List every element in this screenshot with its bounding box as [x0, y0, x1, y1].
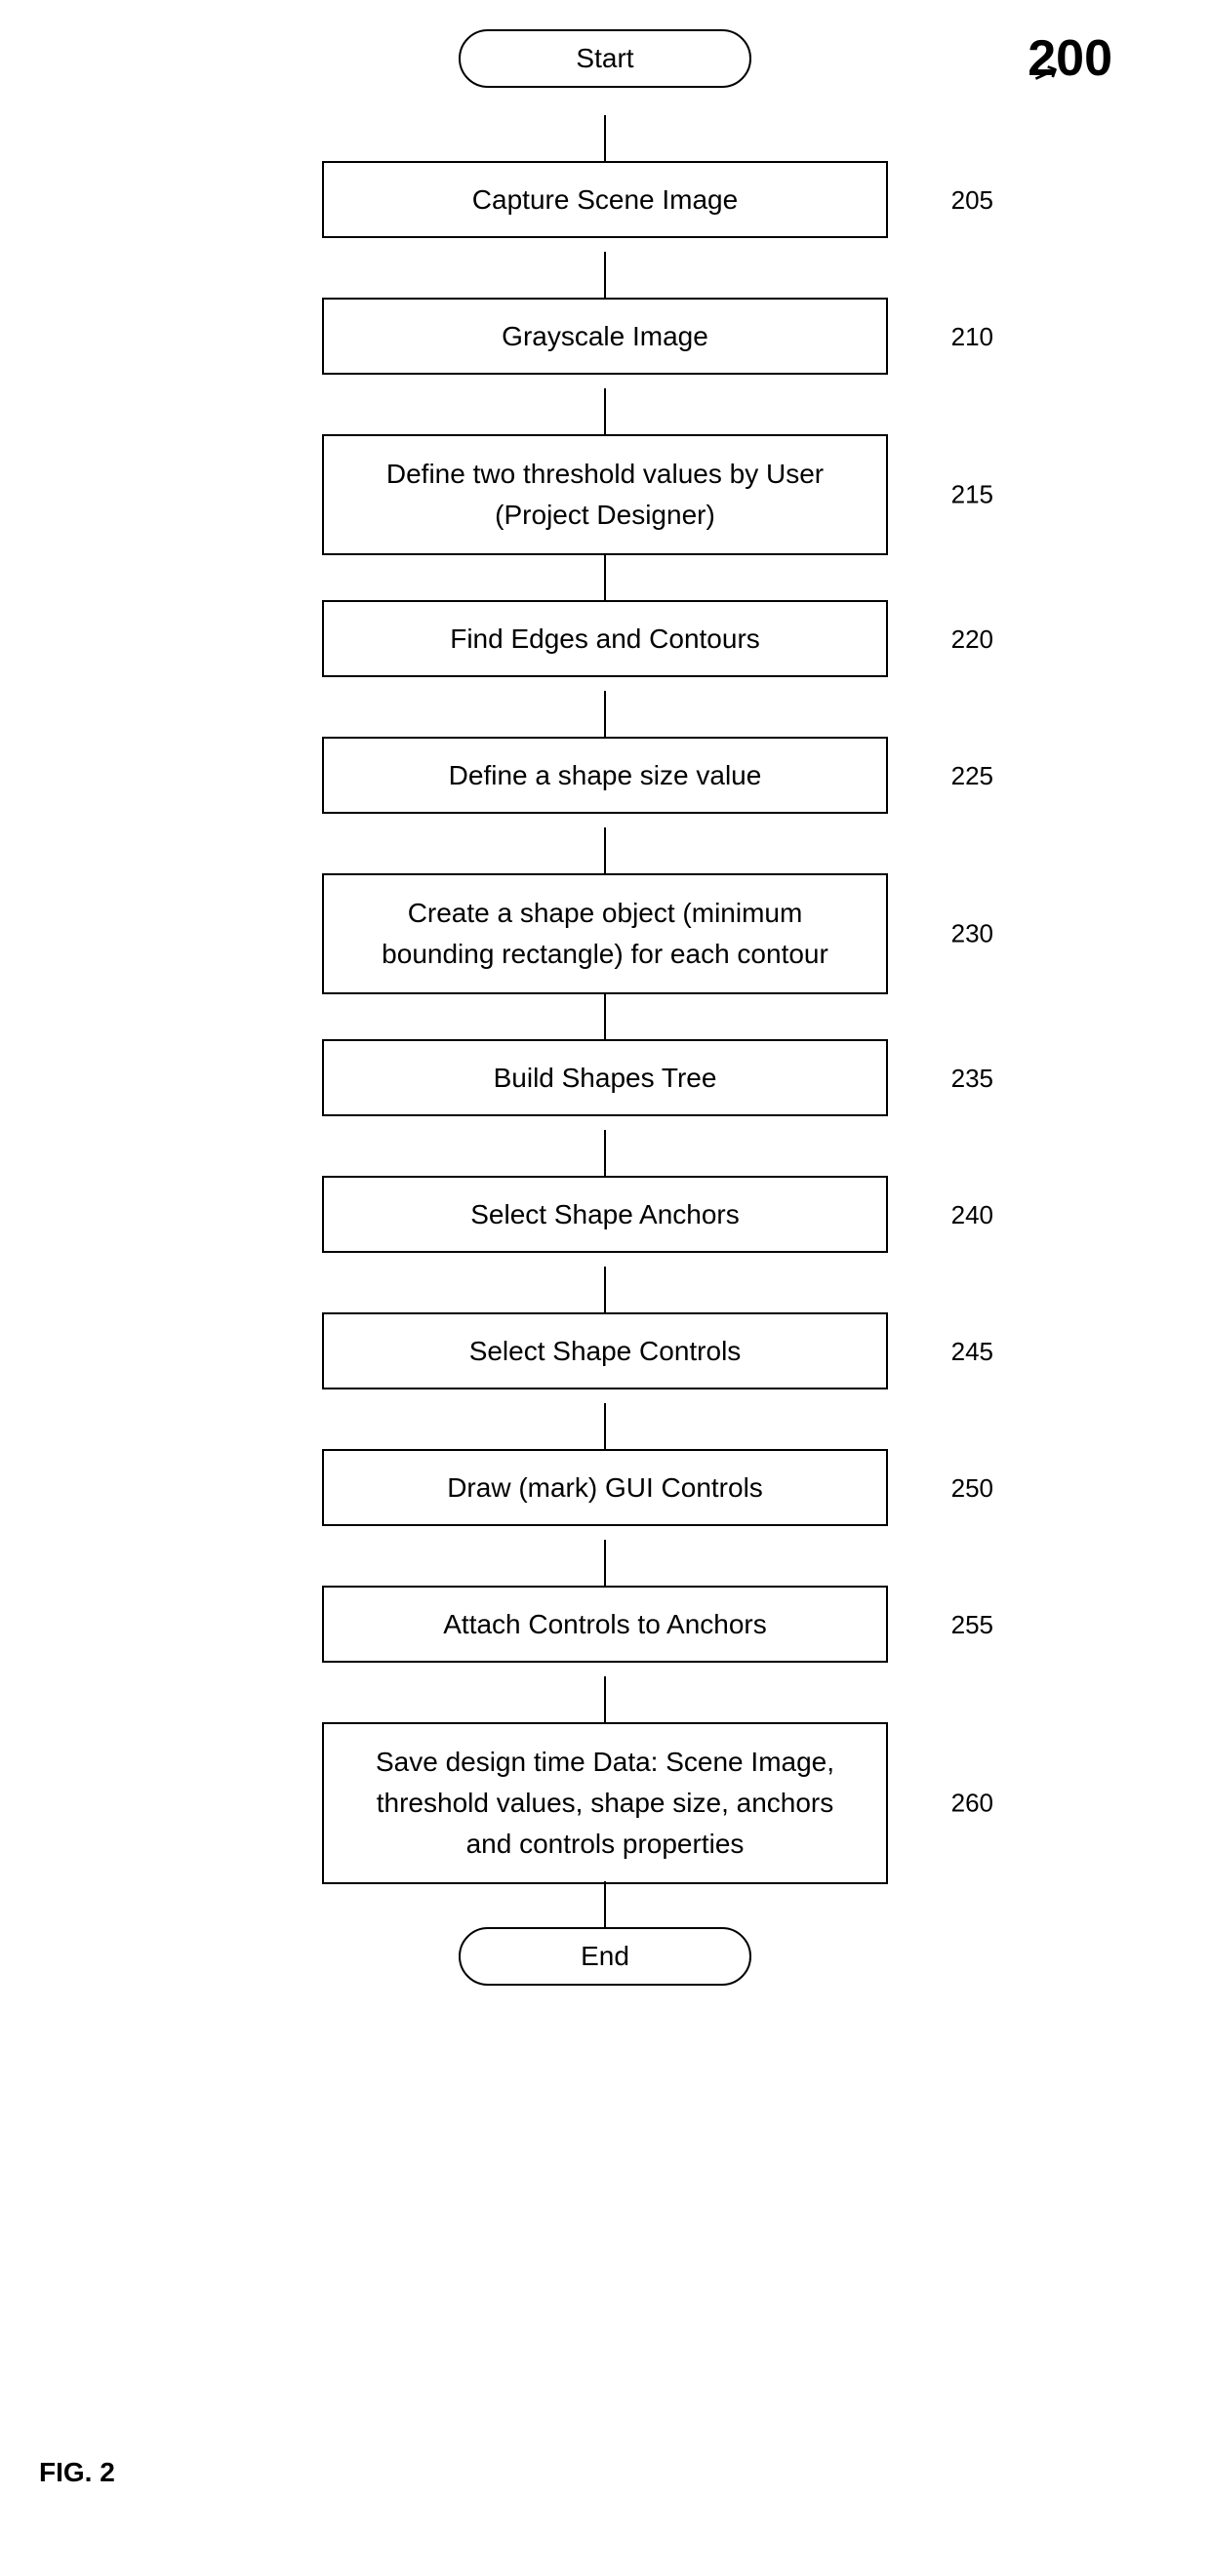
- arrow-10: [604, 1403, 606, 1452]
- step-255-ref: 255: [951, 1606, 993, 1641]
- step-240: Select Shape Anchors 240: [322, 1176, 888, 1253]
- step-205-box: Capture Scene Image 205: [322, 161, 888, 238]
- arrow-2: [604, 252, 606, 301]
- start-label: Start: [459, 29, 751, 88]
- step-215: Define two threshold values by User(Proj…: [322, 434, 888, 555]
- step-205-ref: 205: [951, 181, 993, 217]
- step-250-box: Draw (mark) GUI Controls 250: [322, 1449, 888, 1526]
- step-245: Select Shape Controls 245: [322, 1312, 888, 1389]
- step-205: Capture Scene Image 205: [322, 161, 888, 238]
- step-260-box: Save design time Data: Scene Image,thres…: [322, 1722, 888, 1884]
- step-220-box: Find Edges and Contours 220: [322, 600, 888, 677]
- step-235-ref: 235: [951, 1060, 993, 1095]
- arrow-6: [604, 827, 606, 876]
- end-node: End: [459, 1927, 751, 1986]
- arrow-4: [604, 554, 606, 603]
- step-230: Create a shape object (minimumbounding r…: [322, 873, 888, 994]
- arrow-5: [604, 691, 606, 740]
- arrow-1: [604, 115, 606, 164]
- step-255: Attach Controls to Anchors 255: [322, 1586, 888, 1663]
- step-245-box: Select Shape Controls 245: [322, 1312, 888, 1389]
- step-215-box: Define two threshold values by User(Proj…: [322, 434, 888, 555]
- step-215-ref: 215: [951, 476, 993, 514]
- step-260: Save design time Data: Scene Image,thres…: [322, 1722, 888, 1884]
- start-node: Start: [459, 29, 751, 88]
- step-220: Find Edges and Contours 220: [322, 600, 888, 677]
- step-210-ref: 210: [951, 318, 993, 353]
- arrow-3: [604, 388, 606, 437]
- step-240-ref: 240: [951, 1196, 993, 1231]
- step-230-ref: 230: [951, 915, 993, 953]
- step-220-ref: 220: [951, 621, 993, 656]
- step-210-box: Grayscale Image 210: [322, 298, 888, 375]
- arrow-7: [604, 993, 606, 1042]
- step-260-ref: 260: [951, 1785, 993, 1823]
- step-250-ref: 250: [951, 1469, 993, 1505]
- arrow-12: [604, 1676, 606, 1725]
- step-255-box: Attach Controls to Anchors 255: [322, 1586, 888, 1663]
- end-label: End: [459, 1927, 751, 1986]
- step-225-box: Define a shape size value 225: [322, 737, 888, 814]
- figure-label: FIG. 2: [39, 2457, 115, 2488]
- step-230-box: Create a shape object (minimumbounding r…: [322, 873, 888, 994]
- arrow-11: [604, 1540, 606, 1589]
- flowchart-diagram: 200 ↙ Start Capture Scene Image 205 Gray…: [0, 0, 1210, 2576]
- step-235-box: Build Shapes Tree 235: [322, 1039, 888, 1116]
- arrow-9: [604, 1267, 606, 1315]
- step-250: Draw (mark) GUI Controls 250: [322, 1449, 888, 1526]
- step-210: Grayscale Image 210: [322, 298, 888, 375]
- step-235: Build Shapes Tree 235: [322, 1039, 888, 1116]
- step-225: Define a shape size value 225: [322, 737, 888, 814]
- step-240-box: Select Shape Anchors 240: [322, 1176, 888, 1253]
- step-225-ref: 225: [951, 757, 993, 792]
- arrow-13: [604, 1881, 606, 1930]
- step-245-ref: 245: [951, 1333, 993, 1368]
- arrow-8: [604, 1130, 606, 1179]
